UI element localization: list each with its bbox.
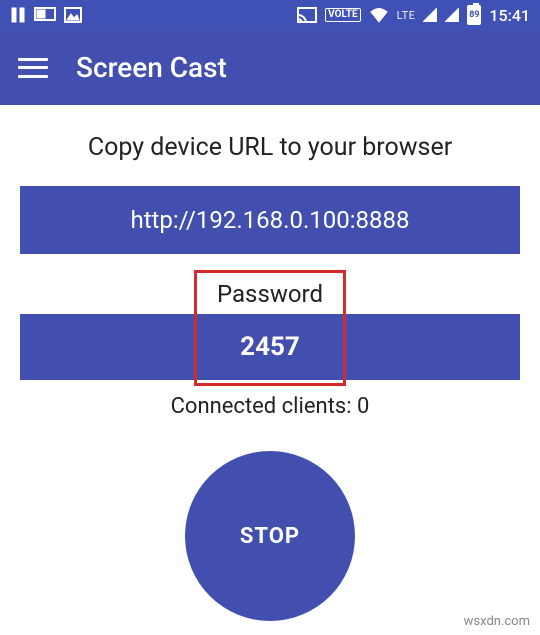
- lte-label: LTE: [397, 9, 416, 22]
- main-content: Copy device URL to your browser http://1…: [0, 105, 540, 621]
- wifi-icon: [369, 7, 389, 23]
- signal-icon-2: [445, 8, 459, 22]
- cast-icon: [297, 7, 317, 23]
- password-label: Password: [20, 272, 520, 318]
- password-section: 2457: [20, 314, 520, 380]
- pause-icon: [10, 7, 26, 23]
- connected-clients-text: Connected clients: 0: [20, 394, 520, 419]
- watermark: wsxdn.com: [464, 614, 530, 629]
- volte-badge: VOLTE: [325, 8, 361, 22]
- instruction-text: Copy device URL to your browser: [20, 133, 520, 162]
- battery-icon: 89: [467, 5, 481, 25]
- app-title: Screen Cast: [76, 51, 227, 84]
- menu-icon[interactable]: [18, 58, 48, 78]
- signal-icon-1: [423, 8, 437, 22]
- cast-device-icon: [34, 7, 56, 23]
- password-value-box[interactable]: 2457: [20, 314, 520, 380]
- clock: 15:41: [489, 6, 530, 25]
- image-icon: [64, 7, 82, 23]
- stop-button[interactable]: STOP: [185, 451, 355, 621]
- device-url-box[interactable]: http://192.168.0.100:8888: [20, 186, 520, 254]
- app-bar: Screen Cast: [0, 30, 540, 105]
- status-bar: VOLTE LTE 89 15:41: [0, 0, 540, 30]
